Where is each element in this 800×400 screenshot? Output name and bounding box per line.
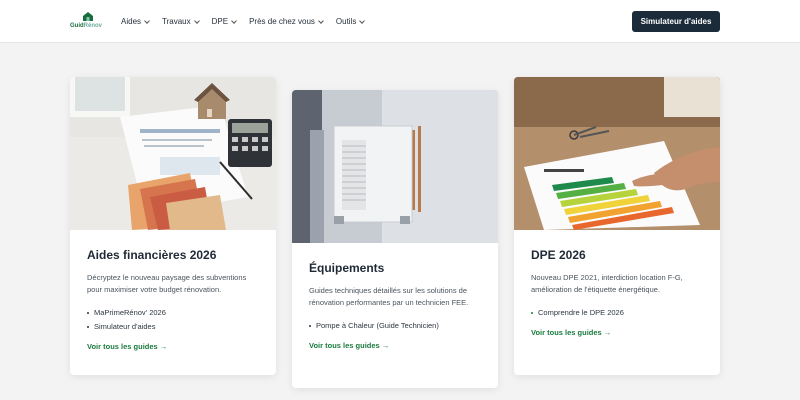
house-logo-icon bbox=[83, 12, 93, 21]
nav-item-travaux[interactable]: Travaux bbox=[162, 17, 200, 26]
see-all-guides-link[interactable]: Voir tous les guides → bbox=[531, 328, 611, 337]
nav-label: Outils bbox=[335, 17, 357, 26]
card-image-dpe-label bbox=[514, 77, 720, 230]
chevron-down-icon bbox=[144, 17, 150, 24]
bullet-icon bbox=[531, 312, 533, 314]
nav-item-aides[interactable]: Aides bbox=[121, 17, 150, 26]
chevron-down-icon bbox=[359, 17, 366, 24]
chevron-down-icon bbox=[318, 17, 324, 24]
nav-item-dpe[interactable]: DPE bbox=[211, 17, 237, 26]
simulateur-button[interactable]: Simulateur d'aides bbox=[632, 11, 720, 32]
nav-item-pres-de-chez-vous[interactable]: Près de chez vous bbox=[249, 17, 324, 26]
card-list: Comprendre le DPE 2026 bbox=[531, 306, 703, 320]
card-description: Décryptez le nouveau paysage des subvent… bbox=[87, 273, 247, 294]
bullet-icon bbox=[87, 312, 89, 314]
list-item-label: Comprendre le DPE 2026 bbox=[538, 308, 624, 317]
logo[interactable]: GuidRénov bbox=[70, 11, 104, 33]
nav-label: DPE bbox=[211, 17, 229, 26]
card-description: Nouveau DPE 2021, interdiction location … bbox=[531, 273, 683, 294]
chevron-down-icon bbox=[193, 17, 200, 24]
nav-label: Aides bbox=[121, 17, 142, 26]
card-image-budget bbox=[70, 77, 276, 230]
card-title: Équipements bbox=[309, 261, 385, 275]
list-item[interactable]: Simulateur d'aides bbox=[87, 320, 259, 334]
see-all-guides-link[interactable]: Voir tous les guides → bbox=[309, 341, 389, 350]
main-nav: Aides Travaux DPE Près de chez vous Outi… bbox=[121, 0, 377, 43]
list-item-label: Simulateur d'aides bbox=[94, 322, 156, 331]
card-equipements: Équipements Guides techniques détaillés … bbox=[292, 90, 498, 388]
card-image-heat-pump bbox=[292, 90, 498, 243]
list-item[interactable]: Pompe à Chaleur (Guide Technicien) bbox=[309, 319, 481, 333]
bullet-icon bbox=[87, 326, 89, 328]
list-item-label: Pompe à Chaleur (Guide Technicien) bbox=[316, 321, 439, 330]
budget-illustration bbox=[70, 77, 276, 230]
card-title: DPE 2026 bbox=[531, 248, 586, 262]
chevron-down-icon bbox=[231, 17, 237, 24]
dpe-label-illustration bbox=[514, 77, 720, 230]
nav-item-outils[interactable]: Outils bbox=[335, 17, 366, 26]
card-dpe: DPE 2026 Nouveau DPE 2021, interdiction … bbox=[514, 77, 720, 375]
card-list: Pompe à Chaleur (Guide Technicien) bbox=[309, 319, 481, 333]
list-item[interactable]: MaPrimeRénov' 2026 bbox=[87, 306, 259, 320]
card-list: MaPrimeRénov' 2026 Simulateur d'aides bbox=[87, 306, 259, 334]
site-header: GuidRénov Aides Travaux DPE Près de chez… bbox=[0, 0, 800, 43]
logo-text: GuidRénov bbox=[70, 23, 103, 29]
see-all-guides-link[interactable]: Voir tous les guides → bbox=[87, 342, 167, 351]
list-item[interactable]: Comprendre le DPE 2026 bbox=[531, 306, 703, 320]
card-description: Guides techniques détaillés sur les solu… bbox=[309, 286, 469, 307]
heat-pump-illustration bbox=[292, 90, 498, 243]
nav-label: Près de chez vous bbox=[249, 17, 315, 26]
nav-label: Travaux bbox=[162, 17, 191, 26]
bullet-icon bbox=[309, 325, 311, 327]
card-title: Aides financières 2026 bbox=[87, 248, 217, 262]
card-aides-financieres: Aides financières 2026 Décryptez le nouv… bbox=[70, 77, 276, 375]
list-item-label: MaPrimeRénov' 2026 bbox=[94, 308, 166, 317]
